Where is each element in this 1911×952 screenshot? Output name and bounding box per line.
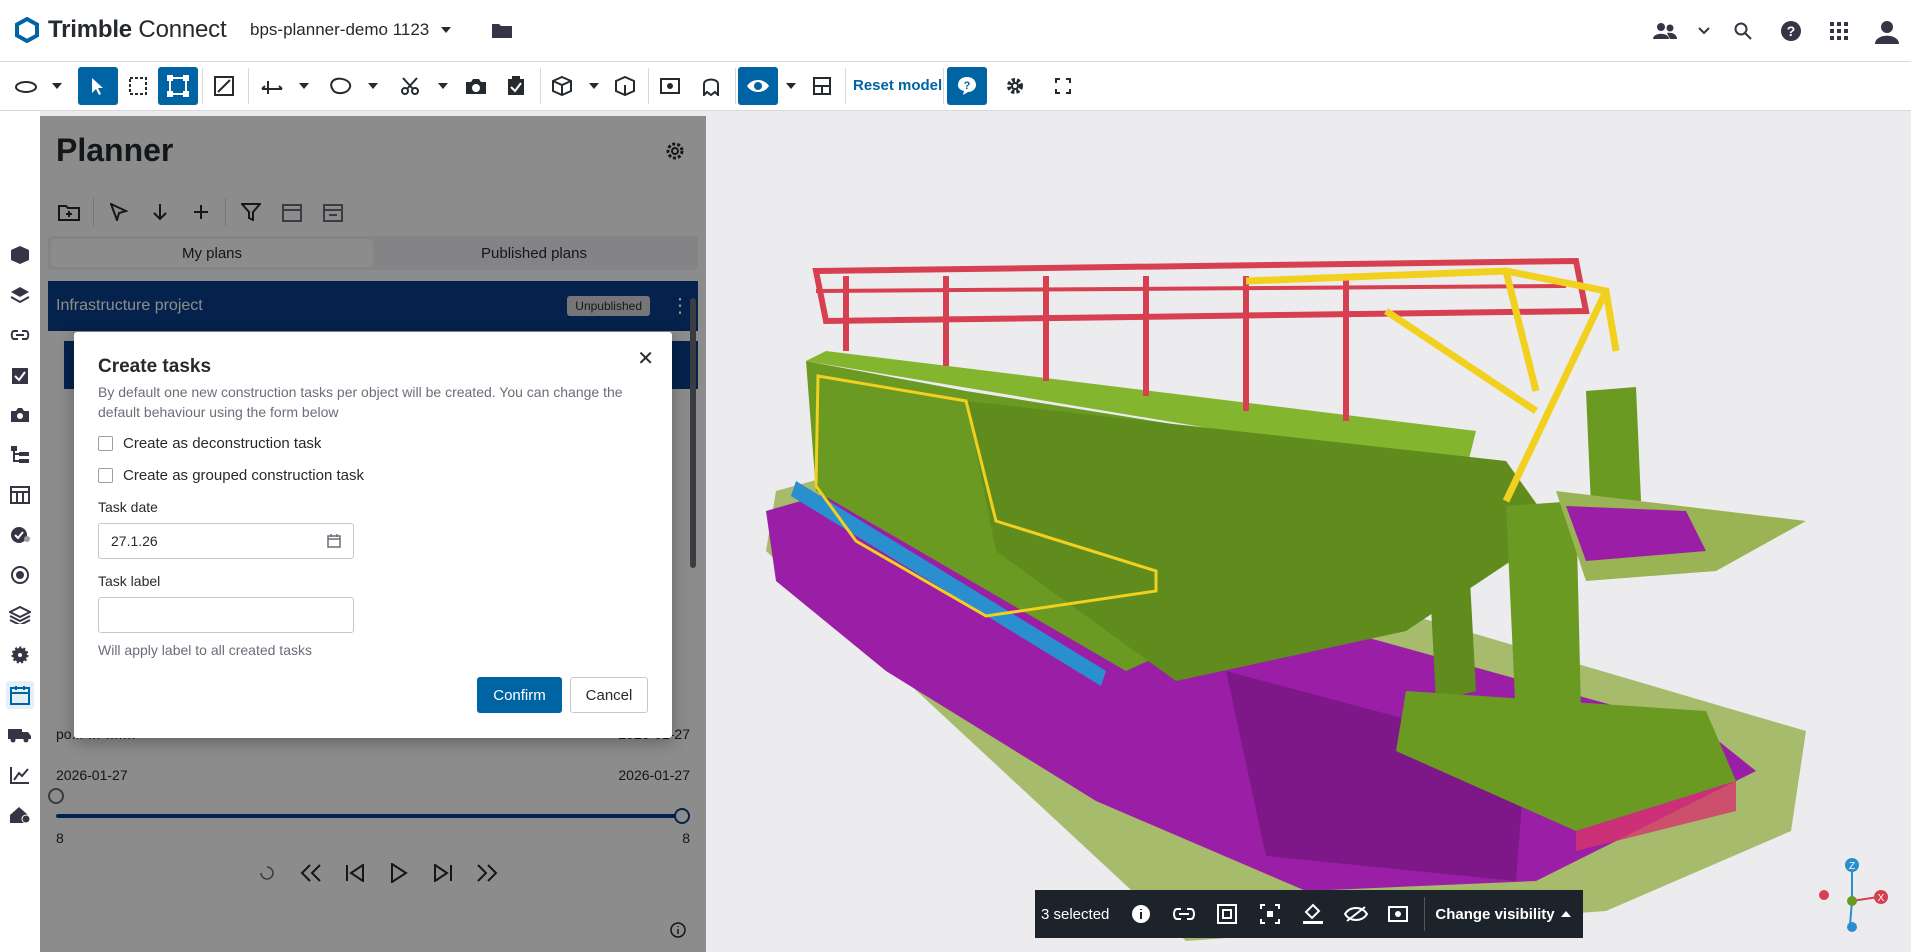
stack-layers-icon[interactable]: [6, 601, 34, 629]
isolate-icon[interactable]: [1248, 890, 1291, 938]
layers-icon[interactable]: [6, 281, 34, 309]
perspective-icon[interactable]: [605, 67, 645, 105]
info-icon[interactable]: [1119, 890, 1162, 938]
checkbox-label: Create as grouped construction task: [123, 467, 364, 484]
checkbox-label: Create as deconstruction task: [123, 435, 322, 452]
fit-to-view-icon[interactable]: [1205, 890, 1248, 938]
checkbox-box[interactable]: [98, 436, 113, 451]
chevron-down-icon[interactable]: [46, 67, 68, 105]
chevron-down-icon[interactable]: [1689, 14, 1719, 48]
axis-gizmo[interactable]: Z X: [1810, 855, 1900, 940]
logistics-truck-icon[interactable]: [6, 721, 34, 749]
fullscreen-icon[interactable]: [1043, 67, 1083, 105]
clip-plane-icon[interactable]: [802, 67, 842, 105]
link-objects-icon[interactable]: [1162, 890, 1205, 938]
brand-product: Connect: [131, 16, 227, 43]
ghost-icon[interactable]: [691, 67, 731, 105]
dialog-title: Create tasks: [98, 356, 212, 377]
chevron-down-icon[interactable]: [432, 67, 454, 105]
clash-check-icon[interactable]: [6, 521, 34, 549]
change-visibility-button[interactable]: Change visibility: [1429, 905, 1571, 923]
svg-text:Z: Z: [1849, 861, 1855, 872]
svg-text:?: ?: [1787, 23, 1796, 39]
deconstruction-checkbox[interactable]: Create as deconstruction task: [98, 435, 321, 452]
trimble-logo-icon: [15, 17, 39, 43]
chevron-down-icon[interactable]: [362, 67, 384, 105]
change-visibility-label: Change visibility: [1435, 905, 1555, 923]
snapshot-icon[interactable]: [456, 67, 496, 105]
help-icon[interactable]: ?: [1767, 14, 1815, 48]
confirm-button[interactable]: Confirm: [477, 677, 562, 713]
checkbox-box[interactable]: [98, 468, 113, 483]
hierarchy-icon[interactable]: [6, 441, 34, 469]
users-icon[interactable]: [1641, 14, 1689, 48]
create-tasks-dialog: Create tasks ✕ By default one new constr…: [74, 332, 672, 738]
chevron-down-icon[interactable]: [780, 67, 802, 105]
task-date-value: 27.1.26: [111, 533, 158, 549]
model-3d-render[interactable]: [706, 111, 1911, 952]
planner-calendar-icon[interactable]: [6, 681, 34, 709]
freeform-shape-icon[interactable]: [321, 67, 361, 105]
task-label-hint: Will apply label to all created tasks: [98, 642, 312, 658]
models-cube-icon[interactable]: [6, 241, 34, 269]
table-icon[interactable]: [6, 481, 34, 509]
chevron-down-icon[interactable]: [293, 67, 315, 105]
cancel-button[interactable]: Cancel: [570, 677, 648, 713]
cube-view-icon[interactable]: [542, 67, 582, 105]
left-sidebar: [0, 111, 40, 952]
task-label-label: Task label: [98, 573, 161, 589]
caret-up-icon: [1560, 911, 1571, 917]
grouped-checkbox[interactable]: Create as grouped construction task: [98, 467, 364, 484]
chevron-down-icon: [441, 27, 452, 33]
svg-text:?: ?: [964, 80, 971, 92]
folder-icon[interactable]: [491, 21, 513, 39]
search-icon[interactable]: [1719, 14, 1767, 48]
apps-grid-icon[interactable]: [1815, 14, 1863, 48]
box-select-icon[interactable]: [118, 67, 158, 105]
trimble-connect-logo[interactable]: Trimble Connect: [14, 16, 227, 44]
dialog-description: By default one new construction tasks pe…: [98, 384, 623, 420]
chevron-down-icon[interactable]: [583, 67, 605, 105]
reset-model-button[interactable]: Reset model: [853, 77, 942, 94]
hide-icon[interactable]: [1334, 890, 1377, 938]
section-cut-icon[interactable]: [390, 67, 430, 105]
calendar-icon[interactable]: [327, 534, 341, 548]
paint-color-icon[interactable]: [1291, 890, 1334, 938]
task-date-input[interactable]: 27.1.26: [98, 523, 354, 559]
task-date-label: Task date: [98, 499, 158, 515]
camera-views-icon[interactable]: [6, 401, 34, 429]
integrations-icon[interactable]: [6, 561, 34, 589]
extension-gear-icon[interactable]: [6, 641, 34, 669]
close-icon[interactable]: ✕: [637, 346, 654, 371]
model-viewport[interactable]: Z X: [706, 111, 1911, 952]
todo-clipboard-icon[interactable]: [6, 361, 34, 389]
bounding-box-icon[interactable]: [158, 67, 198, 105]
model-toolbar: Reset model ?: [0, 62, 1911, 111]
selection-toolbar: 3 selected Change visibility: [1035, 890, 1583, 938]
settings-gear-icon[interactable]: [995, 67, 1035, 105]
help-tour-icon[interactable]: ?: [947, 67, 987, 105]
project-selector[interactable]: bps-planner-demo 1123: [250, 20, 513, 40]
analytics-chart-icon[interactable]: [6, 761, 34, 789]
avatar[interactable]: [1863, 14, 1911, 48]
svg-text:X: X: [1878, 893, 1885, 904]
visibility-eye-icon[interactable]: [738, 67, 778, 105]
task-label-input[interactable]: [98, 597, 354, 633]
project-name: bps-planner-demo 1123: [250, 20, 430, 39]
link-icon[interactable]: [6, 321, 34, 349]
markup-icon[interactable]: [204, 67, 244, 105]
top-bar: Trimble Connect bps-planner-demo 1123 ?: [0, 0, 1911, 62]
measure-icon[interactable]: [252, 67, 292, 105]
orbit-icon[interactable]: [6, 67, 46, 105]
selection-count: 3 selected: [1041, 905, 1110, 923]
select-pointer-icon[interactable]: [78, 67, 118, 105]
transparency-icon[interactable]: [1377, 890, 1420, 938]
view-filter-icon[interactable]: [651, 67, 691, 105]
brand-name: Trimble: [48, 16, 132, 43]
todo-icon[interactable]: [496, 67, 536, 105]
home-check-icon[interactable]: [6, 801, 34, 829]
